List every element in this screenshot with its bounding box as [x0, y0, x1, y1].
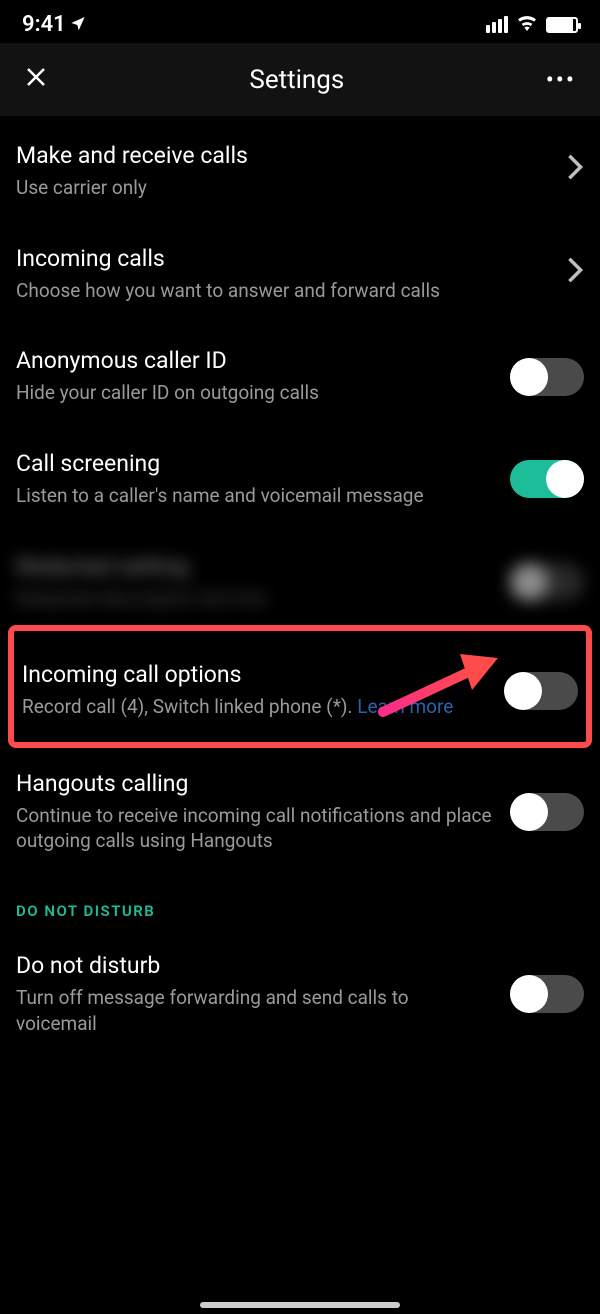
row-subtitle: Continue to receive incoming call notifi… — [16, 803, 494, 854]
section-label-dnd: DO NOT DISTURB — [16, 872, 584, 926]
row-title: Make and receive calls — [16, 142, 550, 169]
chevron-right-icon — [566, 153, 584, 189]
toggle-incoming-call-options[interactable] — [504, 672, 578, 710]
more-icon[interactable]: ••• — [546, 66, 576, 94]
row-title: Call screening — [16, 450, 494, 477]
row-redacted: Redacted setting Redacted description te… — [16, 527, 584, 630]
toggle-anonymous-caller-id[interactable] — [510, 358, 584, 396]
row-subtitle: Listen to a caller's name and voicemail … — [16, 483, 494, 509]
row-anonymous-caller-id: Anonymous caller ID Hide your caller ID … — [16, 321, 584, 424]
row-make-receive-calls[interactable]: Make and receive calls Use carrier only — [16, 116, 584, 219]
learn-more-link[interactable]: Learn more — [357, 695, 453, 718]
toggle-call-screening[interactable] — [510, 460, 584, 498]
close-icon[interactable] — [24, 63, 48, 96]
row-subtitle: Choose how you want to answer and forwar… — [16, 278, 550, 304]
toggle-redacted[interactable] — [510, 563, 584, 601]
row-do-not-disturb: Do not disturb Turn off message forwardi… — [16, 926, 584, 1054]
row-subtitle: Turn off message forwarding and send cal… — [16, 985, 494, 1036]
row-subtitle: Hide your caller ID on outgoing calls — [16, 380, 494, 406]
row-title: Incoming calls — [16, 245, 550, 272]
status-time: 9:41 — [22, 12, 66, 37]
row-title: Incoming call options — [22, 661, 488, 688]
row-title: Redacted setting — [16, 553, 494, 580]
page-title: Settings — [249, 65, 344, 95]
app-header: Settings ••• — [0, 43, 600, 116]
wifi-icon — [516, 12, 538, 37]
battery-icon — [546, 17, 578, 33]
toggle-hangouts-calling[interactable] — [510, 793, 584, 831]
row-incoming-call-options: Incoming call options Record call (4), S… — [22, 635, 578, 738]
annotation-highlight-box: Incoming call options Record call (4), S… — [8, 625, 592, 748]
row-title: Do not disturb — [16, 952, 494, 979]
home-indicator[interactable] — [200, 1302, 400, 1308]
signal-icon — [486, 16, 508, 33]
toggle-do-not-disturb[interactable] — [510, 975, 584, 1013]
row-hangouts-calling: Hangouts calling Continue to receive inc… — [16, 744, 584, 872]
row-subtitle: Redacted description text line — [16, 586, 494, 612]
location-icon — [70, 12, 86, 37]
row-subtitle: Record call (4), Switch linked phone (*)… — [22, 694, 488, 720]
row-incoming-calls[interactable]: Incoming calls Choose how you want to an… — [16, 219, 584, 322]
row-call-screening: Call screening Listen to a caller's name… — [16, 424, 584, 527]
chevron-right-icon — [566, 256, 584, 292]
row-subtitle: Use carrier only — [16, 175, 550, 201]
row-title: Anonymous caller ID — [16, 347, 494, 374]
row-title: Hangouts calling — [16, 770, 494, 797]
